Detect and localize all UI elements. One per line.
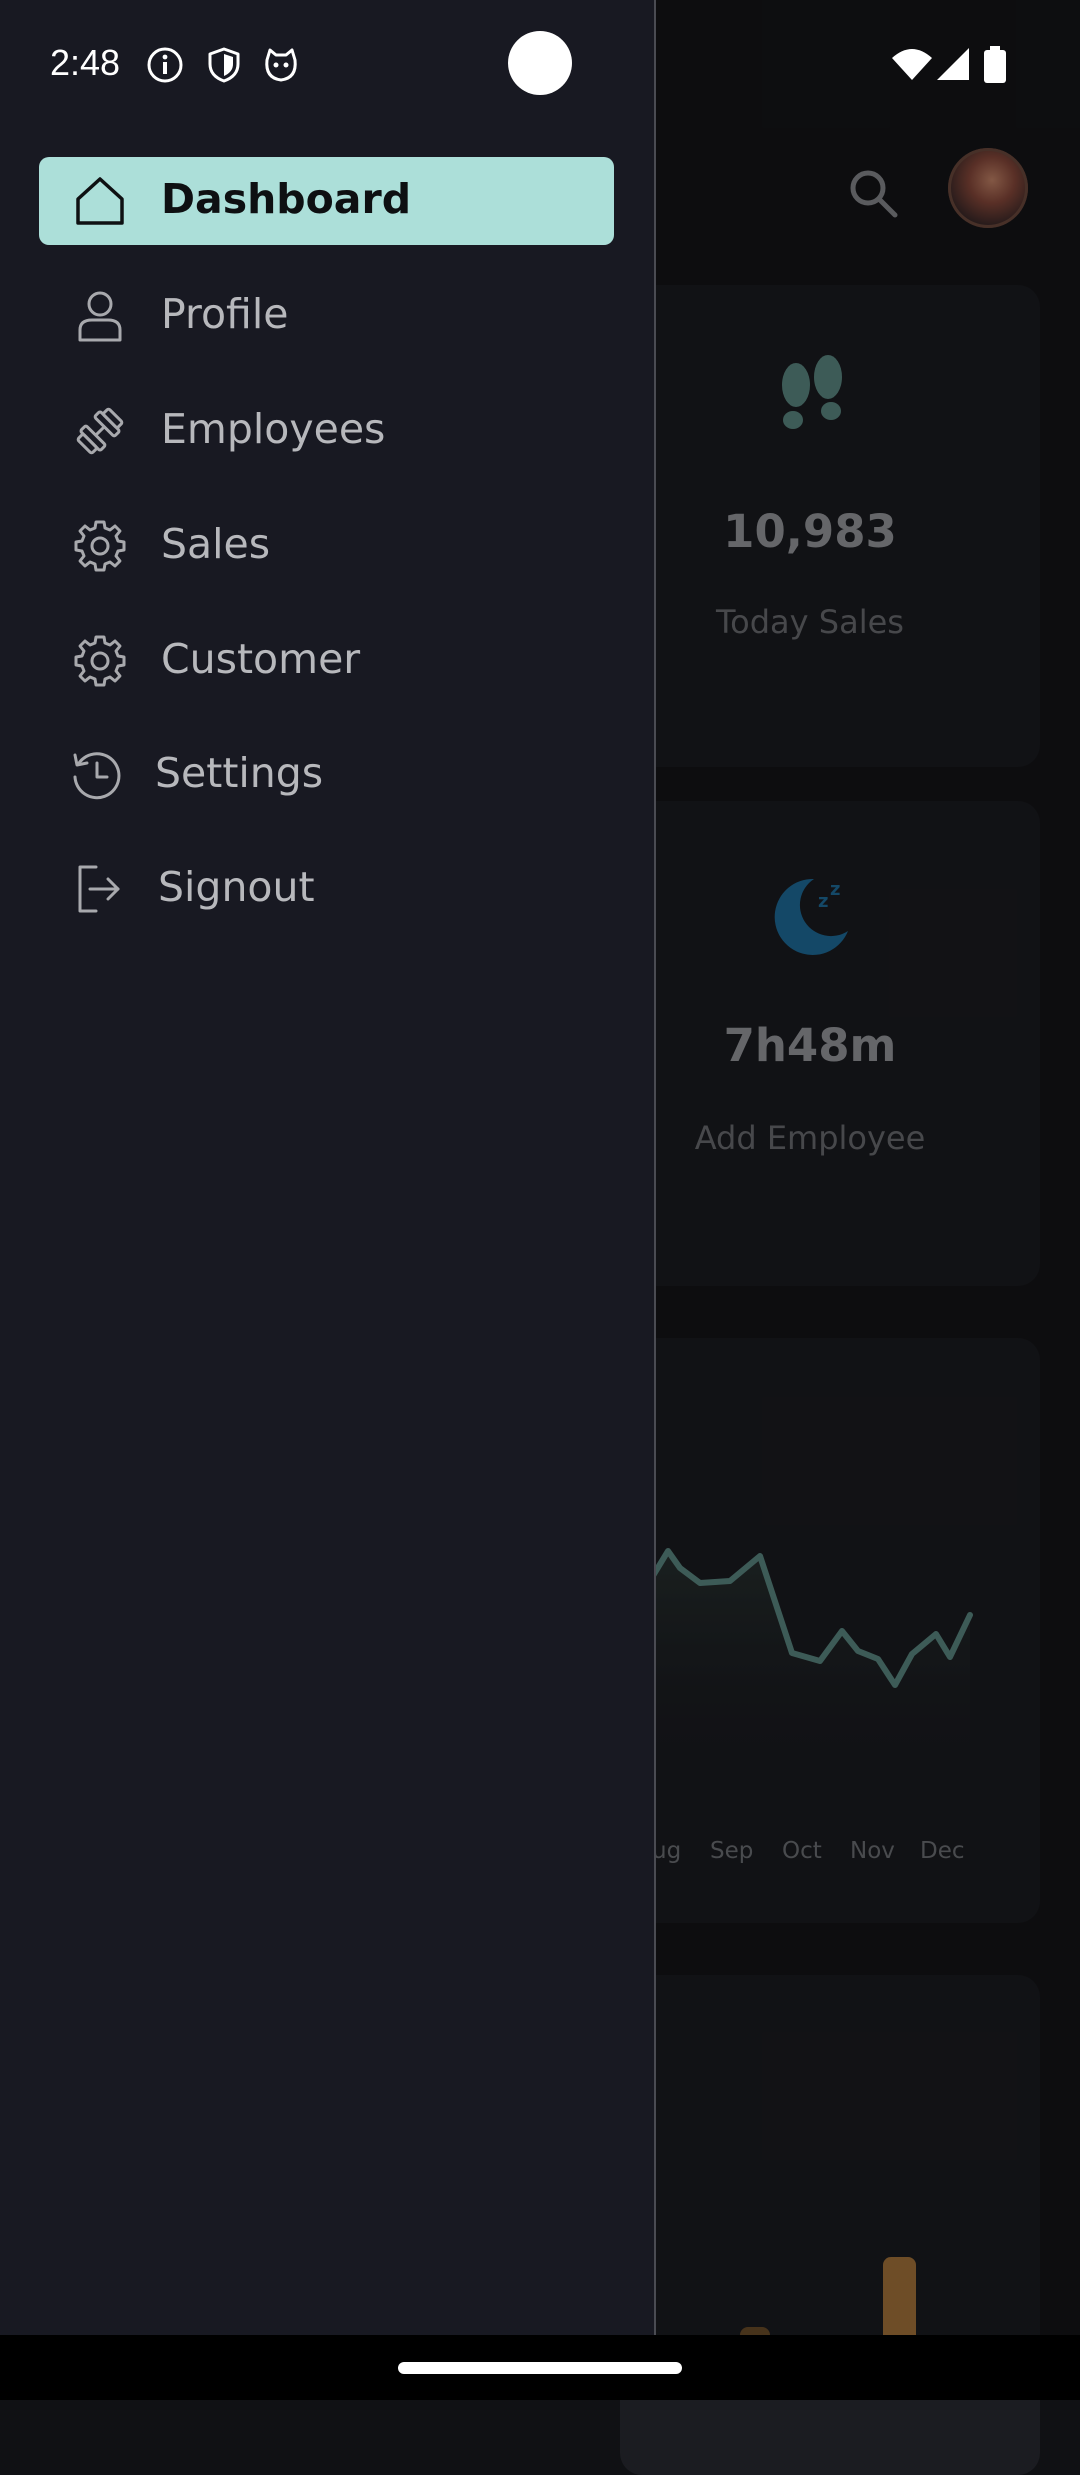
person-icon: [72, 288, 128, 344]
navigation-bar: [0, 2335, 1080, 2400]
signal-icon: [935, 46, 973, 84]
nav-item-label: Sales: [161, 520, 271, 568]
info-icon: [146, 46, 184, 84]
nav-item-label: Profile: [161, 290, 289, 338]
status-bar: 2:48: [0, 0, 1080, 130]
battery-icon: [982, 46, 1008, 84]
nav-item-label: Settings: [155, 749, 324, 797]
nav-item-label: Signout: [158, 863, 315, 911]
nav-item-label: Customer: [161, 635, 361, 683]
nav-item-dashboard[interactable]: Dashboard: [39, 157, 614, 245]
history-icon: [69, 747, 125, 803]
nav-item-signout[interactable]: Signout: [39, 845, 614, 933]
camera-cutout: [508, 31, 572, 95]
nav-item-label: Dashboard: [161, 175, 412, 223]
home-icon: [72, 173, 128, 229]
nav-item-settings[interactable]: Settings: [39, 731, 614, 819]
nav-item-customer[interactable]: Customer: [39, 617, 614, 705]
status-time: 2:48: [50, 42, 121, 83]
home-gesture-handle[interactable]: [398, 2362, 682, 2374]
gear-icon: [72, 518, 128, 574]
dumbbell-icon: [72, 403, 128, 459]
navigation-drawer: Dashboard Profile Employees Sales Custom…: [0, 0, 656, 2335]
nav-item-employees[interactable]: Employees: [39, 387, 614, 475]
logout-icon: [72, 861, 128, 917]
nav-item-label: Employees: [161, 405, 386, 453]
wifi-icon: [890, 46, 934, 84]
nav-item-sales[interactable]: Sales: [39, 502, 614, 590]
shield-icon: [205, 46, 243, 84]
gear-icon: [72, 633, 128, 689]
nav-item-profile[interactable]: Profile: [39, 272, 614, 360]
cat-icon: [262, 46, 300, 84]
